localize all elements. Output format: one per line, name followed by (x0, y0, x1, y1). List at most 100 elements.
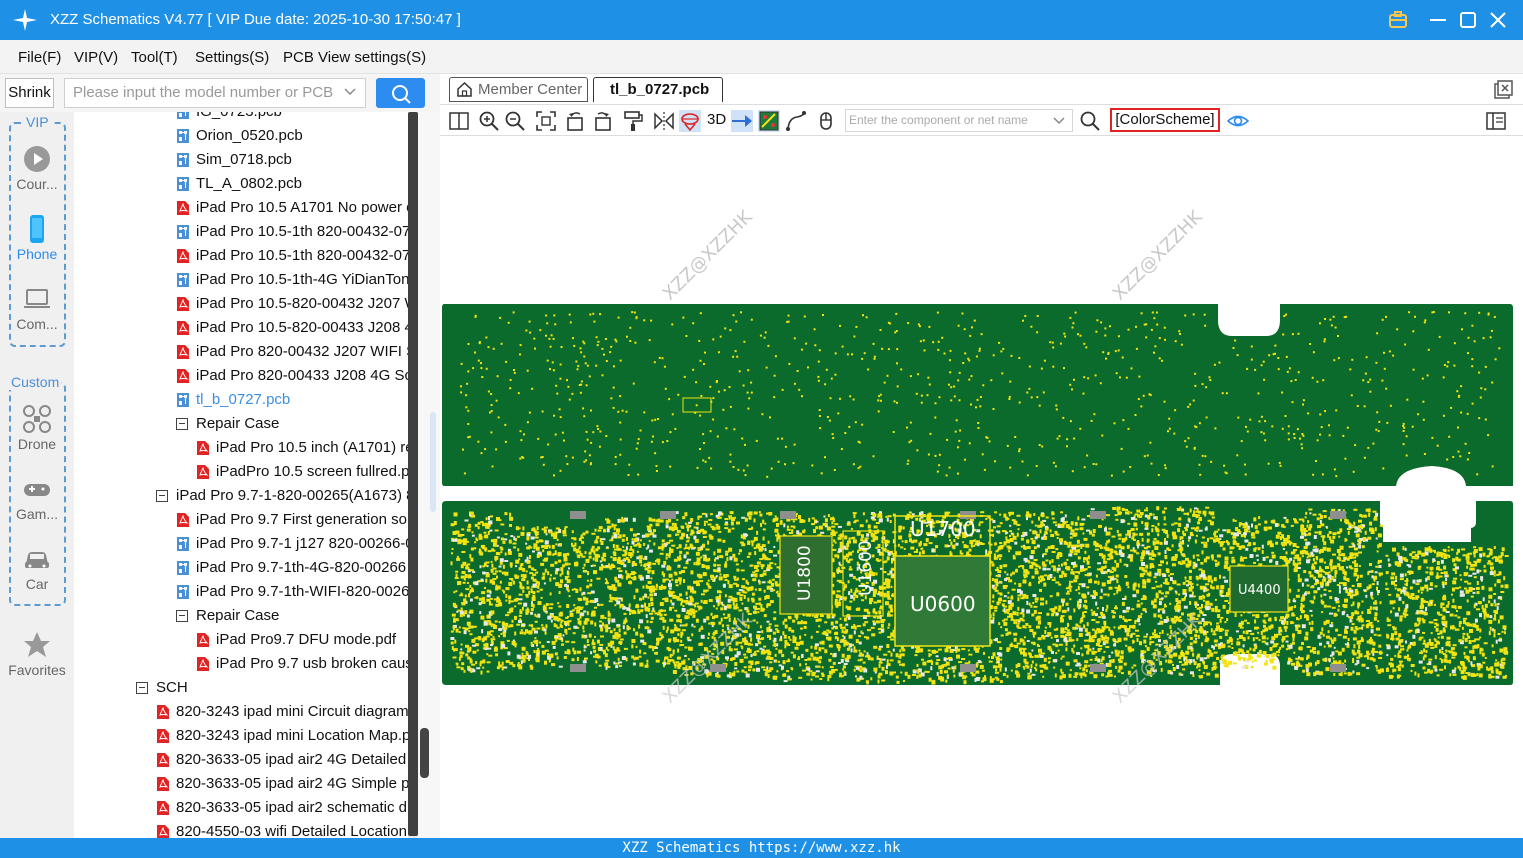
tree-item-label: iPad Pro 9.7-1-820-00265(A1673) 820 (176, 487, 408, 504)
tree-folder[interactable]: Repair Case (176, 604, 408, 628)
tree-item[interactable]: iPad Pro 9.7 First generation soluti (176, 508, 408, 532)
pcb-file-icon (177, 561, 189, 575)
tab-tl-b-0727[interactable]: tl_b_0727.pcb (593, 77, 723, 102)
hand-pan-icon[interactable] (815, 110, 837, 132)
tree-item[interactable]: iPad Pro 10.5 A1701 No power on.p (176, 196, 408, 220)
split-view-icon[interactable] (448, 110, 470, 132)
3d-view-button[interactable]: 3D (707, 111, 726, 128)
tree-item[interactable]: iPad Pro 9.7-1th-WIFI-820-00265 Y (176, 580, 408, 604)
tree-folder[interactable]: SCH (136, 676, 408, 700)
category-car[interactable]: Car (0, 544, 74, 592)
search-icon (392, 85, 411, 104)
tree-item[interactable]: IG_0723.pcb (176, 112, 408, 124)
label-u1700: U1700 (910, 517, 976, 541)
component-search-input[interactable]: Enter the component or net name (845, 109, 1073, 132)
category-drone[interactable]: Drone (0, 404, 74, 452)
tree-item[interactable]: TL_A_0802.pcb (176, 172, 408, 196)
tree-folder[interactable]: iPad Pro 9.7-1-820-00265(A1673) 820 (156, 484, 408, 508)
tree-item[interactable]: iPad Pro 9.7 usb broken cause r (196, 652, 408, 676)
search-button[interactable] (376, 78, 425, 108)
tree-scrollbar[interactable] (408, 112, 418, 838)
collapse-toggle-icon[interactable] (176, 610, 188, 622)
tree-item[interactable]: iPadPro 10.5 screen fullred.pdf (196, 460, 408, 484)
zoom-out-icon[interactable] (504, 110, 526, 132)
category-phone[interactable]: Phone (0, 214, 74, 262)
model-search-input[interactable]: Please input the model number or PCB (64, 78, 366, 108)
tree-item[interactable]: iPad Pro 10.5-1th 820-00432-07 im (176, 244, 408, 268)
category-courses[interactable]: Cour... (0, 144, 74, 192)
tree-item-label: 820-3243 ipad mini Circuit diagram.pd (176, 703, 408, 720)
paint-roller-icon[interactable] (622, 110, 644, 132)
tree-item[interactable]: iPad Pro 820-00433 J208 4G Schen (176, 364, 408, 388)
search-icon[interactable] (1079, 110, 1101, 132)
tree-item[interactable]: 820-3633-05 ipad air2 schematic diag (156, 796, 408, 820)
side-panel-icon[interactable] (1485, 110, 1507, 132)
category-label: Com... (16, 316, 58, 332)
menu-pcb-view-settings[interactable]: PCB View settings(S) (283, 49, 426, 66)
tree-item[interactable]: iPad Pro 10.5-820-00433 J208 4G L (176, 316, 408, 340)
tree-item[interactable]: Sim_0718.pcb (176, 148, 408, 172)
tree-scrollbar-track[interactable] (408, 112, 418, 836)
pcb-board-view[interactable]: U1700 U0600 U1800 U1600 U4400 J8900 XZZ@… (440, 136, 1523, 838)
tree-item-label: 820-3633-05 ipad air2 4G Simple posi (176, 775, 408, 792)
menu-tool[interactable]: Tool(T) (131, 49, 178, 66)
tree-item[interactable]: 820-3243 ipad mini Circuit diagram.pd (156, 700, 408, 724)
close-all-tabs-icon[interactable] (1493, 80, 1513, 100)
collapse-toggle-icon[interactable] (156, 490, 168, 502)
pcb-file-icon (177, 177, 189, 191)
tab-member-center[interactable]: Member Center (449, 77, 588, 102)
maximize-icon[interactable] (1456, 8, 1480, 32)
pcb-canvas[interactable]: U1700 U0600 U1800 U1600 U4400 J8900 XZZ@… (440, 136, 1523, 838)
chevron-down-icon[interactable] (343, 85, 357, 99)
rotate-right-icon[interactable] (591, 110, 613, 132)
color-scheme-button[interactable]: [ColorScheme] (1110, 108, 1220, 132)
tree-item[interactable]: iPad Pro 9.7-1 j127 820-00266-06.p (176, 532, 408, 556)
collapse-toggle-icon[interactable] (176, 418, 188, 430)
net-highlight-icon[interactable] (731, 110, 753, 132)
tree-folder[interactable]: Repair Case (176, 412, 408, 436)
minimize-icon[interactable] (1426, 8, 1450, 32)
briefcase-icon[interactable] (1386, 8, 1410, 32)
tree-item[interactable]: iPad Pro 820-00432 J207 WIFI Sche (176, 340, 408, 364)
fit-screen-icon[interactable] (535, 110, 557, 132)
tree-item-label: 820-3243 ipad mini Location Map.pdf (176, 727, 408, 744)
star-icon (24, 632, 50, 657)
tree-item-label: iPad Pro 9.7 First generation soluti (196, 511, 408, 528)
category-games[interactable]: Gam... (0, 474, 74, 522)
tree-item[interactable]: 820-3633-05 ipad air2 4G Simple posi (156, 772, 408, 796)
tree-item[interactable]: Orion_0520.pcb (176, 124, 408, 148)
file-tree[interactable]: IG_0723.pcb Orion_0520.pcb Sim_0718.pcb TL_… (74, 112, 408, 838)
tree-item[interactable]: iPad Pro 10.5-1th-4G YiDianTong.p (176, 268, 408, 292)
collapse-toggle-icon[interactable] (136, 682, 148, 694)
app-window: XZZ Schematics V4.77 [ VIP Due date: 202… (0, 0, 1523, 858)
layer-toggle-icon[interactable] (679, 110, 701, 132)
scroll-thumb[interactable] (420, 728, 429, 778)
tree-item[interactable]: iPad Pro 10.5-1th 820-00432-07 PC (176, 220, 408, 244)
collapse-handle[interactable] (430, 412, 436, 512)
rotate-left-icon[interactable] (565, 110, 587, 132)
tree-item[interactable]: iPad Pro 10.5-820-00432 J207 WIFI (176, 292, 408, 316)
tree-item[interactable]: iPad Pro 10.5 inch (A1701) resta (196, 436, 408, 460)
zoom-in-icon[interactable] (478, 110, 500, 132)
trace-path-icon[interactable] (785, 110, 807, 132)
chevron-down-icon[interactable] (1052, 114, 1066, 128)
tree-item[interactable]: iPad Pro9.7 DFU mode.pdf (196, 628, 408, 652)
category-computer[interactable]: Com... (0, 284, 74, 332)
tree-item-label: iPadPro 10.5 screen fullred.pdf (216, 463, 408, 480)
close-icon[interactable] (1486, 8, 1510, 32)
mirror-icon[interactable] (653, 110, 675, 132)
menu-file[interactable]: File(F) (18, 49, 61, 66)
menu-settings[interactable]: Settings(S) (195, 49, 269, 66)
eye-icon[interactable] (1227, 110, 1249, 132)
tree-item[interactable]: 820-3243 ipad mini Location Map.pdf (156, 724, 408, 748)
category-favorites[interactable]: Favorites (0, 630, 74, 678)
tree-item[interactable]: iPad Pro 9.7-1th-4G-820-00266 YiD (176, 556, 408, 580)
shrink-button[interactable]: Shrink (5, 78, 54, 108)
board-color-icon[interactable] (758, 110, 780, 132)
tree-item[interactable]: 820-3633-05 ipad air2 4G Detailed Lo (156, 748, 408, 772)
tree-item[interactable]: 820-4550-03 wifi Detailed Location M (156, 820, 408, 838)
menu-vip[interactable]: VIP(V) (74, 49, 118, 66)
tree-item[interactable]: tl_b_0727.pcb (176, 388, 408, 412)
tree-item-label: iPad Pro 10.5-820-00433 J208 4G L (196, 319, 408, 336)
splitter[interactable] (418, 112, 440, 838)
